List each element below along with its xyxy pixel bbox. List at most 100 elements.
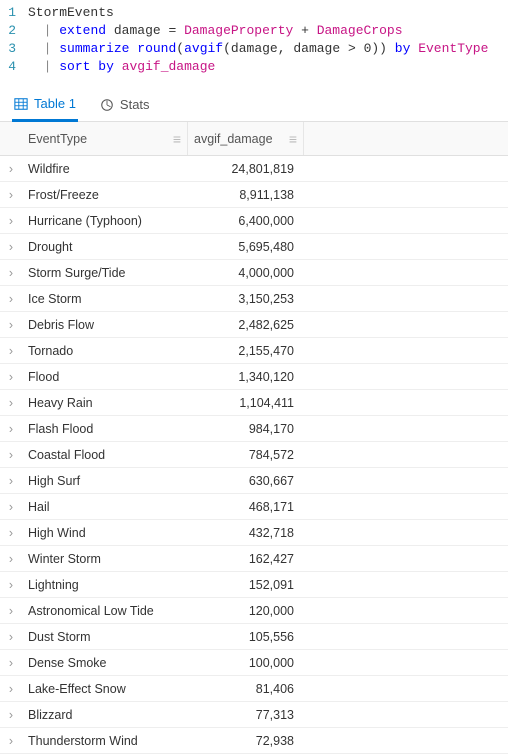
- code-text[interactable]: | summarize round(avgif(damage, damage >…: [28, 40, 508, 58]
- expand-row-button[interactable]: ›: [0, 422, 22, 436]
- table-row[interactable]: ›Lake-Effect Snow81,406: [0, 676, 508, 702]
- table-row[interactable]: ›Flash Flood984,170: [0, 416, 508, 442]
- expand-row-button[interactable]: ›: [0, 604, 22, 618]
- table-row[interactable]: ›Coastal Flood784,572: [0, 442, 508, 468]
- table-row[interactable]: ›Storm Surge/Tide4,000,000: [0, 260, 508, 286]
- table-row[interactable]: ›Thunderstorm Wind72,938: [0, 728, 508, 754]
- chevron-right-icon: ›: [9, 370, 13, 384]
- table-row[interactable]: ›Hail468,171: [0, 494, 508, 520]
- expand-row-button[interactable]: ›: [0, 500, 22, 514]
- expand-row-button[interactable]: ›: [0, 526, 22, 540]
- expand-row-button[interactable]: ›: [0, 708, 22, 722]
- hamburger-icon[interactable]: ≡: [289, 132, 297, 146]
- cell-event-type: Hurricane (Typhoon): [22, 214, 188, 228]
- expand-row-button[interactable]: ›: [0, 396, 22, 410]
- expand-row-button[interactable]: ›: [0, 292, 22, 306]
- cell-event-type: High Surf: [22, 474, 188, 488]
- cell-avgif-damage: 24,801,819: [188, 162, 304, 176]
- table-row[interactable]: › Blizzard77,313: [0, 702, 508, 728]
- cell-event-type: Debris Flow: [22, 318, 188, 332]
- cell-avgif-damage: 1,104,411: [188, 396, 304, 410]
- code-text[interactable]: | extend damage = DamageProperty + Damag…: [28, 22, 508, 40]
- expand-row-button[interactable]: ›: [0, 656, 22, 670]
- cell-event-type: Winter Storm: [22, 552, 188, 566]
- results-tabs: Table 1 Stats: [0, 84, 508, 122]
- expand-row-button[interactable]: ›: [0, 214, 22, 228]
- chevron-right-icon: ›: [9, 630, 13, 644]
- expand-row-button[interactable]: ›: [0, 370, 22, 384]
- code-line[interactable]: 2 | extend damage = DamageProperty + Dam…: [0, 22, 508, 40]
- table-row[interactable]: ›Debris Flow2,482,625: [0, 312, 508, 338]
- chevron-right-icon: ›: [9, 474, 13, 488]
- cell-avgif-damage: 162,427: [188, 552, 304, 566]
- cell-avgif-damage: 2,155,470: [188, 344, 304, 358]
- table-row[interactable]: › Drought5,695,480: [0, 234, 508, 260]
- table-row[interactable]: ›High Surf630,667: [0, 468, 508, 494]
- cell-avgif-damage: 784,572: [188, 448, 304, 462]
- cell-avgif-damage: 3,150,253: [188, 292, 304, 306]
- cell-event-type: Flash Flood: [22, 422, 188, 436]
- expand-row-button[interactable]: ›: [0, 630, 22, 644]
- cell-avgif-damage: 152,091: [188, 578, 304, 592]
- code-line[interactable]: 3 | summarize round(avgif(damage, damage…: [0, 40, 508, 58]
- table-row[interactable]: ›Dense Smoke100,000: [0, 650, 508, 676]
- code-line[interactable]: 4 | sort by avgif_damage: [0, 58, 508, 76]
- hamburger-icon[interactable]: ≡: [173, 132, 181, 146]
- expand-row-button[interactable]: ›: [0, 266, 22, 280]
- cell-event-type: Blizzard: [22, 708, 188, 722]
- chevron-right-icon: ›: [9, 448, 13, 462]
- table-row[interactable]: ›High Wind432,718: [0, 520, 508, 546]
- expand-row-button[interactable]: ›: [0, 474, 22, 488]
- expand-row-button[interactable]: ›: [0, 240, 22, 254]
- table-row[interactable]: ›Winter Storm162,427: [0, 546, 508, 572]
- table-row[interactable]: › Tornado2,155,470: [0, 338, 508, 364]
- cell-event-type: Tornado: [22, 344, 188, 358]
- tab-stats[interactable]: Stats: [98, 90, 152, 121]
- table-row[interactable]: ›Astronomical Low Tide120,000: [0, 598, 508, 624]
- stats-icon: [100, 98, 114, 112]
- line-number: 2: [0, 22, 28, 40]
- chevron-right-icon: ›: [9, 162, 13, 176]
- cell-avgif-damage: 5,695,480: [188, 240, 304, 254]
- chevron-right-icon: ›: [9, 526, 13, 540]
- cell-event-type: Astronomical Low Tide: [22, 604, 188, 618]
- expand-row-button[interactable]: ›: [0, 188, 22, 202]
- cell-avgif-damage: 432,718: [188, 526, 304, 540]
- cell-event-type: Drought: [22, 240, 188, 254]
- col-header-damage-label: avgif_damage: [194, 132, 273, 146]
- expand-row-button[interactable]: ›: [0, 682, 22, 696]
- expand-row-button[interactable]: ›: [0, 448, 22, 462]
- chevron-right-icon: ›: [9, 214, 13, 228]
- cell-avgif-damage: 120,000: [188, 604, 304, 618]
- chevron-right-icon: ›: [9, 344, 13, 358]
- chevron-right-icon: ›: [9, 266, 13, 280]
- chevron-right-icon: ›: [9, 422, 13, 436]
- code-line[interactable]: 1StormEvents: [0, 4, 508, 22]
- tab-table[interactable]: Table 1: [12, 90, 78, 122]
- expand-row-button[interactable]: ›: [0, 578, 22, 592]
- col-header-event[interactable]: EventType ≡: [22, 122, 188, 155]
- expand-row-button[interactable]: ›: [0, 318, 22, 332]
- expand-row-button[interactable]: ›: [0, 734, 22, 748]
- table-row[interactable]: ›Lightning152,091: [0, 572, 508, 598]
- cell-event-type: Storm Surge/Tide: [22, 266, 188, 280]
- chevron-right-icon: ›: [9, 708, 13, 722]
- cell-event-type: Dust Storm: [22, 630, 188, 644]
- code-text[interactable]: StormEvents: [28, 4, 508, 22]
- table-row[interactable]: ›Flood1,340,120: [0, 364, 508, 390]
- table-row[interactable]: ›Hurricane (Typhoon)6,400,000: [0, 208, 508, 234]
- table-row[interactable]: ›Heavy Rain1,104,411: [0, 390, 508, 416]
- cell-avgif-damage: 105,556: [188, 630, 304, 644]
- expand-row-button[interactable]: ›: [0, 162, 22, 176]
- code-text[interactable]: | sort by avgif_damage: [28, 58, 508, 76]
- cell-avgif-damage: 77,313: [188, 708, 304, 722]
- expand-row-button[interactable]: ›: [0, 344, 22, 358]
- table-row[interactable]: ›Ice Storm3,150,253: [0, 286, 508, 312]
- expand-row-button[interactable]: ›: [0, 552, 22, 566]
- chevron-right-icon: ›: [9, 240, 13, 254]
- col-header-damage[interactable]: avgif_damage ≡: [188, 122, 304, 155]
- table-row[interactable]: ›Wildfire24,801,819: [0, 156, 508, 182]
- code-editor[interactable]: 1StormEvents2 | extend damage = DamagePr…: [0, 0, 508, 84]
- table-row[interactable]: › Dust Storm105,556: [0, 624, 508, 650]
- table-row[interactable]: ›Frost/Freeze8,911,138: [0, 182, 508, 208]
